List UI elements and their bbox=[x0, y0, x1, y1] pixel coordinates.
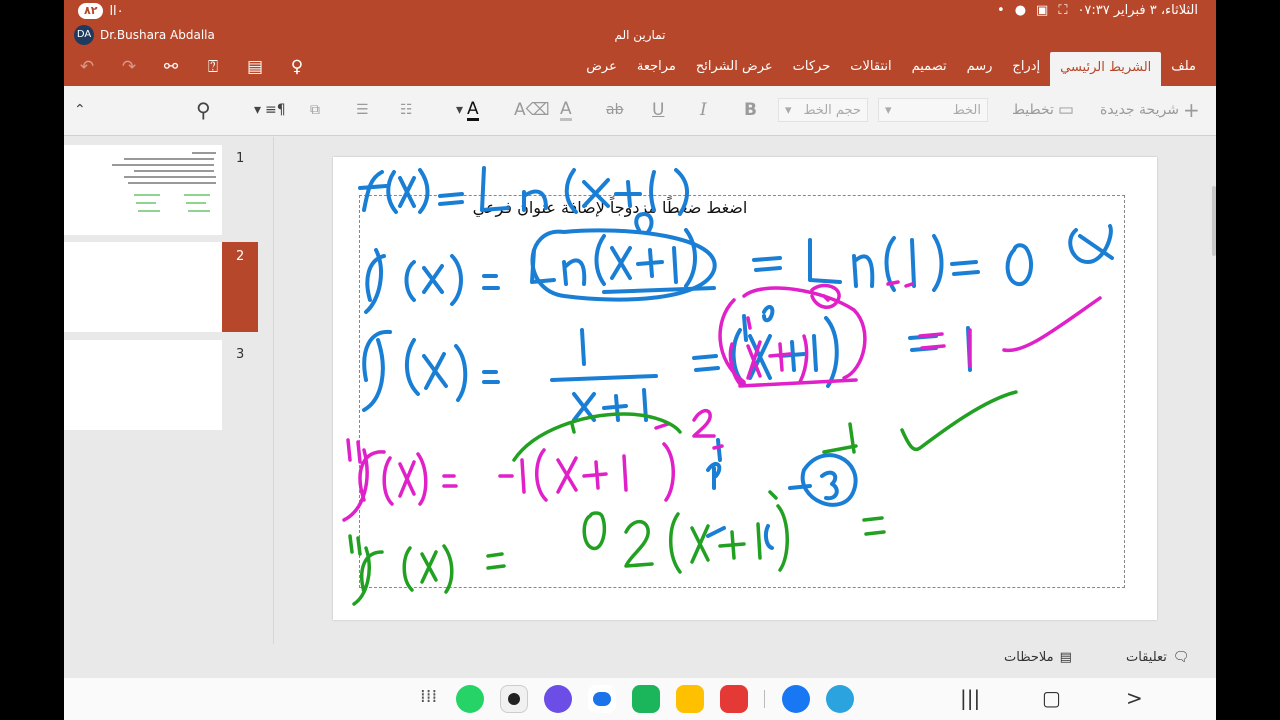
home-icon[interactable]: ▢ bbox=[1042, 686, 1061, 710]
android-nav-bar: ⁞⁞⁞ ||| ▢ > bbox=[64, 678, 1216, 720]
recent-apps-icon[interactable]: ||| bbox=[960, 686, 980, 710]
telegram-icon[interactable] bbox=[826, 685, 854, 713]
facebook-icon[interactable] bbox=[782, 685, 810, 713]
whatsapp-icon[interactable] bbox=[456, 685, 484, 713]
ink-green bbox=[348, 390, 1018, 606]
office-icon[interactable] bbox=[720, 685, 748, 713]
browser-icon[interactable] bbox=[544, 685, 572, 713]
notes-label: ملاحظات bbox=[1004, 650, 1054, 665]
phone-icon[interactable] bbox=[632, 685, 660, 713]
apps-grid-icon[interactable]: ⁞⁞⁞ bbox=[420, 686, 437, 707]
comment-icon: 🗨 bbox=[1172, 650, 1190, 665]
android-screen: ٨٢ ll٠ الثلاثاء، ٣ فبراير ٠٧:٣٧ ⛶ ▣ ● • … bbox=[64, 0, 1216, 720]
notes-button[interactable]: ▤ ملاحظات bbox=[1004, 650, 1072, 665]
comments-button[interactable]: 🗨 تعليقات bbox=[1126, 650, 1189, 665]
ink-blue bbox=[358, 166, 1114, 550]
files-icon[interactable] bbox=[676, 685, 704, 713]
bottom-pane-bar: 🗨 تعليقات ▤ ملاحظات bbox=[64, 644, 1216, 677]
back-icon[interactable]: > bbox=[1126, 686, 1143, 710]
ink-annotations bbox=[342, 166, 1114, 606]
messages-icon[interactable] bbox=[588, 685, 616, 713]
notes-icon: ▤ bbox=[1059, 650, 1072, 665]
camera-icon[interactable] bbox=[500, 685, 528, 713]
comments-label: تعليقات bbox=[1126, 650, 1167, 665]
dock-divider bbox=[764, 690, 765, 708]
